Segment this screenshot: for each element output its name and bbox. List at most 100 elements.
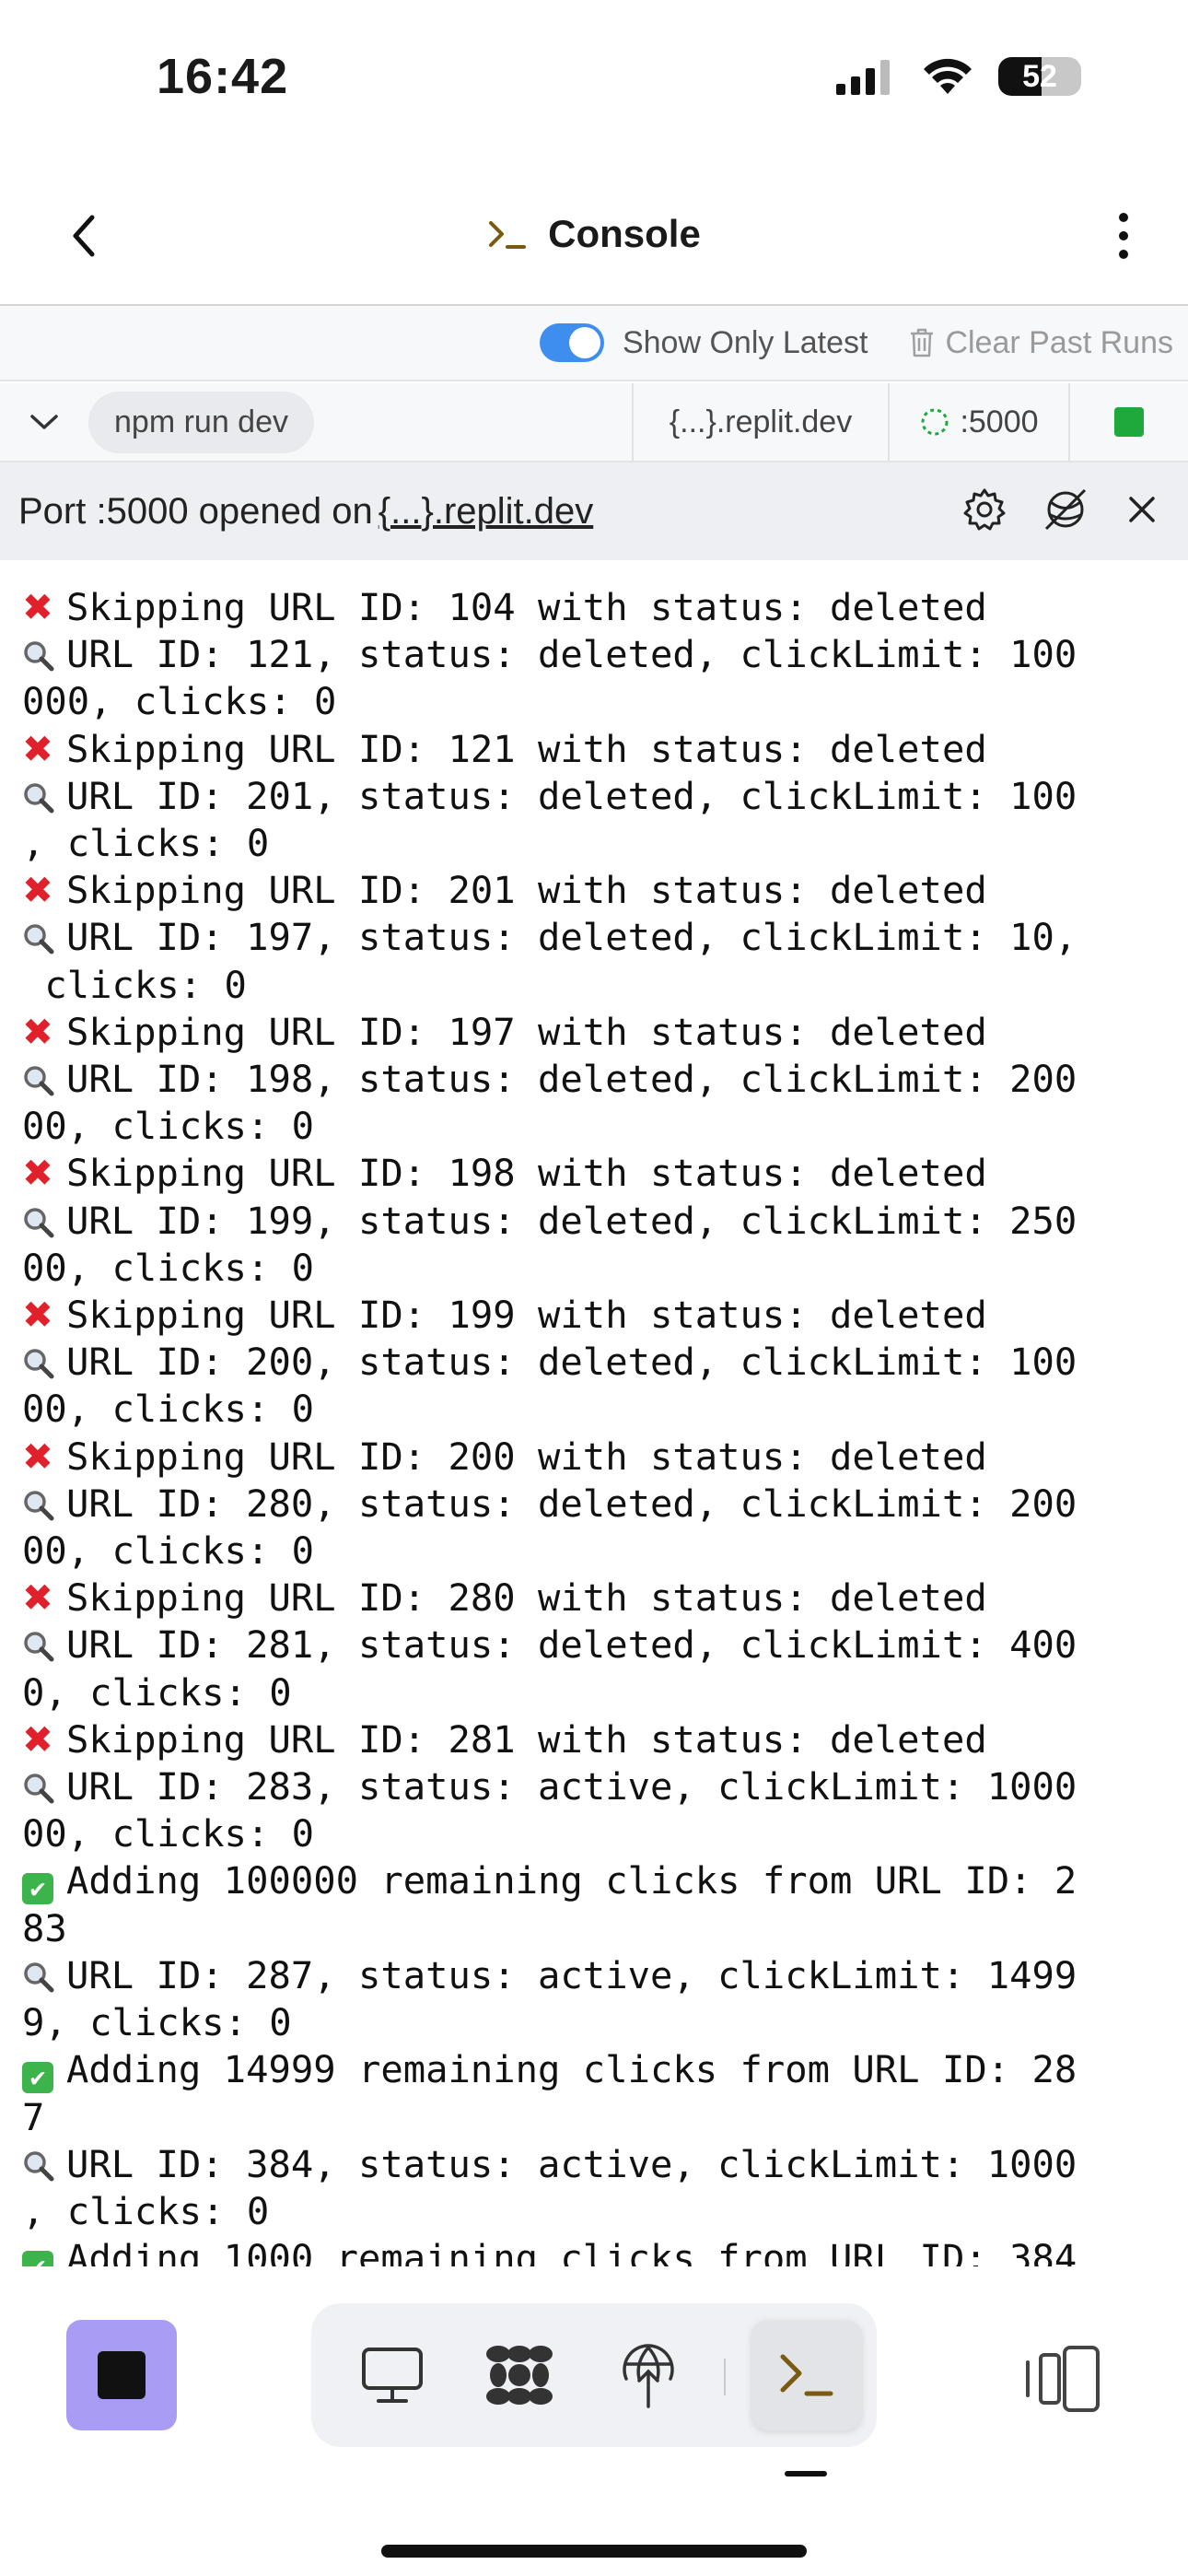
console-line: , clicks: 0 bbox=[22, 820, 1182, 867]
error-x-icon: ✖ bbox=[22, 868, 53, 913]
console-line-text: Skipping URL ID: 281 with status: delete… bbox=[66, 1716, 987, 1762]
tab-divider bbox=[724, 2359, 726, 2395]
console-line-text: Adding 100000 remaining clicks from URL … bbox=[66, 1858, 1077, 1903]
console-line-text: URL ID: 283, status: active, clickLimit:… bbox=[66, 1764, 1077, 1809]
console-line: 00, clicks: 0 bbox=[22, 1103, 1182, 1150]
console-line-text: 0, clicks: 0 bbox=[22, 1669, 292, 1715]
clear-past-runs-label: Clear Past Runs bbox=[945, 324, 1173, 360]
console-line-text: 00, clicks: 0 bbox=[22, 1104, 314, 1149]
magnifier-icon bbox=[22, 914, 66, 961]
console-line-text: Skipping URL ID: 199 with status: delete… bbox=[66, 1293, 987, 1338]
nav-bar: Console bbox=[0, 184, 1188, 306]
status-time: 16:42 bbox=[157, 49, 289, 104]
run-command-chip[interactable]: npm run dev bbox=[88, 391, 314, 453]
console-line-text: , clicks: 0 bbox=[22, 821, 270, 866]
eye-off-icon[interactable] bbox=[1041, 486, 1090, 533]
port-domain-link[interactable]: {...}.replit.dev bbox=[379, 491, 593, 533]
console-line-text: Skipping URL ID: 104 with status: delete… bbox=[66, 585, 987, 629]
console-line-text: URL ID: 281, status: deleted, clickLimit… bbox=[66, 1622, 1077, 1668]
console-line: ✖ Skipping URL ID: 199 with status: delet… bbox=[22, 1292, 1182, 1339]
error-x-icon: ✖ bbox=[22, 1293, 53, 1338]
battery-icon: 52 bbox=[998, 57, 1081, 96]
tab-console[interactable] bbox=[751, 2320, 862, 2430]
magnifier-icon bbox=[22, 1763, 66, 1810]
console-line-text: 83 bbox=[22, 1905, 67, 1950]
console-line: ✔ Adding 100000 remaining clicks from URL… bbox=[22, 1857, 1182, 1905]
port-actions bbox=[961, 486, 1160, 533]
console-line-text: URL ID: 121, status: deleted, clickLimit… bbox=[66, 632, 1077, 677]
kebab-icon[interactable] bbox=[1096, 208, 1151, 263]
gear-icon[interactable] bbox=[961, 486, 1007, 533]
console-line-text: Adding 1000 remaining clicks from URL ID… bbox=[66, 2236, 1077, 2266]
magnifier-icon bbox=[22, 1198, 66, 1245]
tab-deployments[interactable] bbox=[602, 2329, 694, 2421]
wifi-icon bbox=[924, 58, 972, 94]
trash-icon bbox=[911, 328, 934, 357]
console-line-text: 000, clicks: 0 bbox=[22, 679, 337, 724]
console-line: 7 bbox=[22, 2094, 1182, 2141]
stop-icon bbox=[98, 2351, 146, 2399]
console-line: ✔ Adding 1000 remaining clicks from URL I… bbox=[22, 2235, 1182, 2266]
console-line: ✖ Skipping URL ID: 201 with status: delet… bbox=[22, 867, 1182, 914]
console-line: clicks: 0 bbox=[22, 962, 1182, 1009]
show-only-latest-label: Show Only Latest bbox=[622, 324, 868, 360]
console-line: URL ID: 197, status: deleted, clickLimit… bbox=[22, 914, 1182, 961]
tab-workflows[interactable] bbox=[473, 2329, 565, 2421]
error-x-icon: ✖ bbox=[22, 585, 53, 629]
console-toolbar: Show Only Latest Clear Past Runs bbox=[0, 306, 1188, 381]
cellular-signal-icon bbox=[836, 60, 890, 95]
console-line-text: clicks: 0 bbox=[22, 962, 247, 1007]
console-line: 00, clicks: 0 bbox=[22, 1528, 1182, 1575]
magnifier-icon bbox=[22, 1481, 66, 1528]
terminal-prompt-icon bbox=[489, 221, 527, 249]
console-line: URL ID: 281, status: deleted, clickLimit… bbox=[22, 1622, 1182, 1669]
close-icon[interactable] bbox=[1124, 491, 1160, 528]
console-line-text: Skipping URL ID: 121 with status: delete… bbox=[66, 726, 987, 771]
stop-button[interactable] bbox=[66, 2320, 177, 2430]
console-output[interactable]: ✖ Skipping URL ID: 104 with status: delet… bbox=[0, 560, 1188, 2266]
console-line-text: 7 bbox=[22, 2094, 45, 2139]
console-line: URL ID: 201, status: deleted, clickLimit… bbox=[22, 773, 1182, 820]
console-line-text: URL ID: 280, status: deleted, clickLimit… bbox=[66, 1481, 1077, 1526]
battery-level: 52 bbox=[1022, 59, 1057, 94]
toggle-knob bbox=[568, 327, 600, 358]
console-line: 9, clicks: 0 bbox=[22, 1999, 1182, 2046]
split-view-icon[interactable] bbox=[1022, 2342, 1105, 2416]
console-line: URL ID: 198, status: deleted, clickLimit… bbox=[22, 1056, 1182, 1103]
run-port[interactable]: :5000 bbox=[888, 383, 1068, 461]
clear-past-runs-button[interactable]: Clear Past Runs bbox=[908, 325, 1173, 361]
globe-upload-icon bbox=[623, 2344, 674, 2408]
show-only-latest-toggle[interactable] bbox=[539, 323, 604, 362]
console-line: URL ID: 287, status: active, clickLimit:… bbox=[22, 1952, 1182, 1999]
console-line-text: Skipping URL ID: 280 with status: delete… bbox=[66, 1575, 987, 1621]
console-line-text: URL ID: 197, status: deleted, clickLimit… bbox=[66, 915, 1077, 960]
home-indicator bbox=[381, 2545, 807, 2558]
console-line-text: URL ID: 199, status: deleted, clickLimit… bbox=[66, 1198, 1077, 1243]
magnifier-icon bbox=[22, 2141, 66, 2188]
console-line: ✖ Skipping URL ID: 198 with status: delet… bbox=[22, 1150, 1182, 1197]
running-indicator[interactable] bbox=[1068, 383, 1188, 461]
console-line-text: Adding 14999 remaining clicks from URL I… bbox=[66, 2047, 1077, 2092]
chevron-down-icon bbox=[30, 415, 58, 429]
running-status-square bbox=[1114, 407, 1144, 437]
console-line: ✖ Skipping URL ID: 121 with status: delet… bbox=[22, 726, 1182, 773]
tab-bar bbox=[311, 2303, 877, 2447]
console-line-text: Skipping URL ID: 200 with status: delete… bbox=[66, 1434, 987, 1479]
console-line: ✖ Skipping URL ID: 197 with status: delet… bbox=[22, 1009, 1182, 1056]
error-x-icon: ✖ bbox=[22, 1716, 53, 1762]
console-line-text: Skipping URL ID: 201 with status: delete… bbox=[66, 868, 987, 913]
active-tab-indicator bbox=[785, 2471, 827, 2476]
console-line-text: 00, clicks: 0 bbox=[22, 1245, 314, 1290]
console-lines: ✖ Skipping URL ID: 104 with status: delet… bbox=[0, 560, 1182, 2266]
grid-blobs-icon bbox=[486, 2346, 553, 2405]
magnifier-icon bbox=[22, 773, 66, 820]
tab-preview[interactable] bbox=[346, 2329, 438, 2421]
run-expand-button[interactable] bbox=[0, 383, 88, 461]
console-line: 0, clicks: 0 bbox=[22, 1669, 1182, 1716]
run-port-label: :5000 bbox=[960, 404, 1039, 439]
check-box-icon: ✔ bbox=[22, 2251, 53, 2266]
console-line: URL ID: 200, status: deleted, clickLimit… bbox=[22, 1339, 1182, 1386]
run-domain[interactable]: {...}.replit.dev bbox=[632, 383, 888, 461]
page-title: Console bbox=[548, 212, 701, 255]
status-icons: 52 bbox=[836, 57, 1081, 96]
